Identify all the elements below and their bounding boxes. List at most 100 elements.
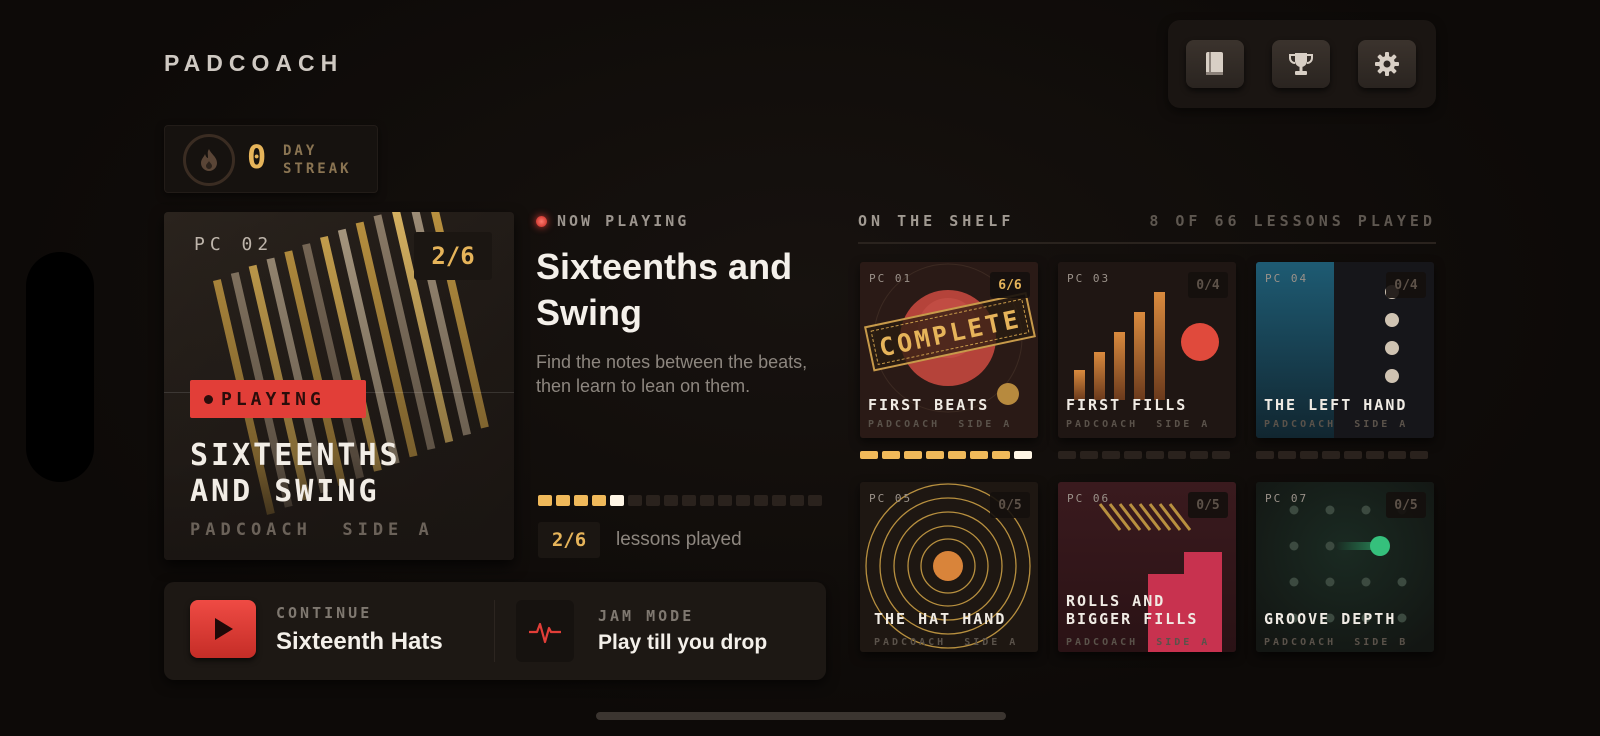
lesson-count-badge: 2/6 bbox=[414, 232, 492, 280]
lesson-title: THE LEFT HAND bbox=[1264, 396, 1408, 414]
progress-segment bbox=[926, 451, 944, 459]
lesson-id: PC 06 bbox=[1067, 492, 1111, 505]
lesson-title: FIRST BEATS bbox=[868, 396, 990, 414]
lesson-count-badge: 0/5 bbox=[990, 492, 1030, 518]
lessons-played-badge: 2/6 bbox=[538, 522, 600, 558]
lesson-count-badge: 0/5 bbox=[1386, 492, 1426, 518]
progress-segment bbox=[1256, 451, 1274, 459]
streak-label: DAY STREAK bbox=[283, 143, 352, 177]
lesson-progress-pc04 bbox=[1256, 451, 1428, 459]
shelf-title: ON THE SHELF bbox=[858, 212, 1015, 230]
progress-segment bbox=[718, 495, 732, 506]
toolbar bbox=[1168, 20, 1436, 108]
playing-badge: PLAYING bbox=[190, 380, 366, 418]
lesson-progress-pc01 bbox=[860, 451, 1032, 459]
lesson-id: PC 01 bbox=[869, 272, 913, 285]
pulse-icon bbox=[529, 622, 561, 644]
lesson-id: PC 05 bbox=[869, 492, 913, 505]
lesson-id: PC 03 bbox=[1067, 272, 1111, 285]
progress-segment bbox=[1168, 451, 1186, 459]
progress-segment bbox=[808, 495, 822, 506]
continue-button[interactable]: CONTINUE Sixteenth Hats bbox=[276, 604, 443, 656]
lesson-title: ROLLS AND BIGGER FILLS bbox=[1066, 592, 1199, 628]
shelf-divider bbox=[858, 242, 1436, 244]
lesson-subtitle: PADCOACH SIDE A bbox=[874, 637, 1019, 648]
progress-segment bbox=[1190, 451, 1208, 459]
progress-segment bbox=[1366, 451, 1384, 459]
lesson-subtitle: PADCOACH SIDE A bbox=[1066, 637, 1211, 648]
lesson-card-pc06[interactable]: PC 06 0/5 ROLLS AND BIGGER FILLS PADCOACH… bbox=[1058, 482, 1236, 652]
lesson-count-badge: 0/5 bbox=[1188, 492, 1228, 518]
lesson-title: GROOVE DEPTH bbox=[1264, 610, 1397, 628]
lesson-card-pc05[interactable]: PC 05 0/5 THE HAT HAND PADCOACH SIDE A bbox=[860, 482, 1038, 652]
progress-segment bbox=[1212, 451, 1230, 459]
progress-segment bbox=[628, 495, 642, 506]
home-indicator[interactable] bbox=[596, 712, 1006, 720]
lesson-card-pc07[interactable]: PC 07 0/5 GROOVE DEPTH PADCOACH SIDE B bbox=[1256, 482, 1434, 652]
jam-mode-button[interactable]: JAM MODE Play till you drop bbox=[598, 607, 767, 655]
trophy-icon bbox=[1289, 53, 1313, 75]
gear-icon bbox=[1375, 52, 1399, 76]
progress-segment bbox=[754, 495, 768, 506]
lesson-card-pc03[interactable]: PC 03 0/4 FIRST FILLS PADCOACH SIDE A bbox=[1058, 262, 1236, 438]
lesson-card-pc01[interactable]: COMPLETE PC 01 6/6 FIRST BEATS PADCOACH … bbox=[860, 262, 1038, 438]
progress-segment bbox=[682, 495, 696, 506]
lesson-subtitle: PADCOACH SIDE A bbox=[1066, 419, 1211, 430]
now-playing-title: Sixteenths and Swing bbox=[536, 246, 793, 333]
lesson-progress-bar bbox=[538, 495, 822, 506]
progress-segment bbox=[1410, 451, 1428, 459]
streak-count: 0 bbox=[247, 138, 267, 176]
progress-segment bbox=[664, 495, 678, 506]
jam-mode-icon-button[interactable] bbox=[516, 600, 574, 662]
side-handle bbox=[26, 252, 94, 482]
lesson-subtitle: PADCOACH SIDE A bbox=[1264, 419, 1409, 430]
lesson-progress-pc03 bbox=[1058, 451, 1230, 459]
progress-segment bbox=[574, 495, 588, 506]
lesson-subtitle: PADCOACH SIDE B bbox=[1264, 637, 1409, 648]
progress-segment bbox=[1344, 451, 1362, 459]
lesson-count-badge: 6/6 bbox=[990, 272, 1030, 298]
lesson-card-pc04[interactable]: PC 04 0/4 THE LEFT HAND PADCOACH SIDE A bbox=[1256, 262, 1434, 438]
progress-segment bbox=[790, 495, 804, 506]
progress-segment bbox=[970, 451, 988, 459]
lesson-subtitle: PADCOACH SIDE A bbox=[868, 419, 1013, 430]
current-lesson-card[interactable]: PC 02 2/6 PLAYING SIXTEENTHS AND SWING PA… bbox=[164, 212, 514, 560]
now-playing-panel: NOW PLAYING Sixteenths and Swing Find th… bbox=[536, 212, 836, 398]
card-subtitle: PADCOACH SIDE A bbox=[190, 520, 434, 540]
lesson-title: FIRST FILLS bbox=[1066, 396, 1188, 414]
lessons-played: 2/6 lessons played bbox=[538, 522, 742, 558]
live-indicator bbox=[536, 215, 547, 227]
progress-segment bbox=[992, 451, 1010, 459]
continue-play-button[interactable] bbox=[190, 600, 256, 658]
continue-label: CONTINUE bbox=[276, 604, 373, 622]
continue-title: Sixteenth Hats bbox=[276, 628, 443, 655]
progress-segment bbox=[736, 495, 750, 506]
lesson-count-badge: 0/4 bbox=[1188, 272, 1228, 298]
jam-mode-label: JAM MODE bbox=[598, 607, 695, 625]
app-logo: PADCOACH bbox=[164, 50, 344, 76]
lessons-played-label: lessons played bbox=[616, 529, 742, 550]
lesson-id: PC 07 bbox=[1265, 492, 1309, 505]
settings-button[interactable] bbox=[1358, 40, 1416, 88]
divider bbox=[494, 600, 495, 662]
lesson-title: THE HAT HAND bbox=[874, 610, 1007, 628]
progress-segment bbox=[1388, 451, 1406, 459]
play-icon bbox=[215, 618, 233, 640]
shelf-header: ON THE SHELF 8 OF 66 LESSONS PLAYED bbox=[858, 212, 1436, 230]
progress-segment bbox=[1124, 451, 1142, 459]
lesson-count-badge: 0/4 bbox=[1386, 272, 1426, 298]
achievements-button[interactable] bbox=[1272, 40, 1330, 88]
progress-segment bbox=[1278, 451, 1296, 459]
day-streak: 0 DAY STREAK bbox=[164, 125, 378, 193]
progress-segment bbox=[1322, 451, 1340, 459]
library-button[interactable] bbox=[1186, 40, 1244, 88]
progress-segment bbox=[1058, 451, 1076, 459]
progress-segment bbox=[882, 451, 900, 459]
lesson-id: PC 04 bbox=[1265, 272, 1309, 285]
progress-segment bbox=[610, 495, 624, 506]
book-icon bbox=[1206, 52, 1223, 75]
progress-segment bbox=[772, 495, 786, 506]
progress-segment bbox=[646, 495, 660, 506]
playing-dot bbox=[204, 394, 213, 404]
progress-segment bbox=[1080, 451, 1098, 459]
